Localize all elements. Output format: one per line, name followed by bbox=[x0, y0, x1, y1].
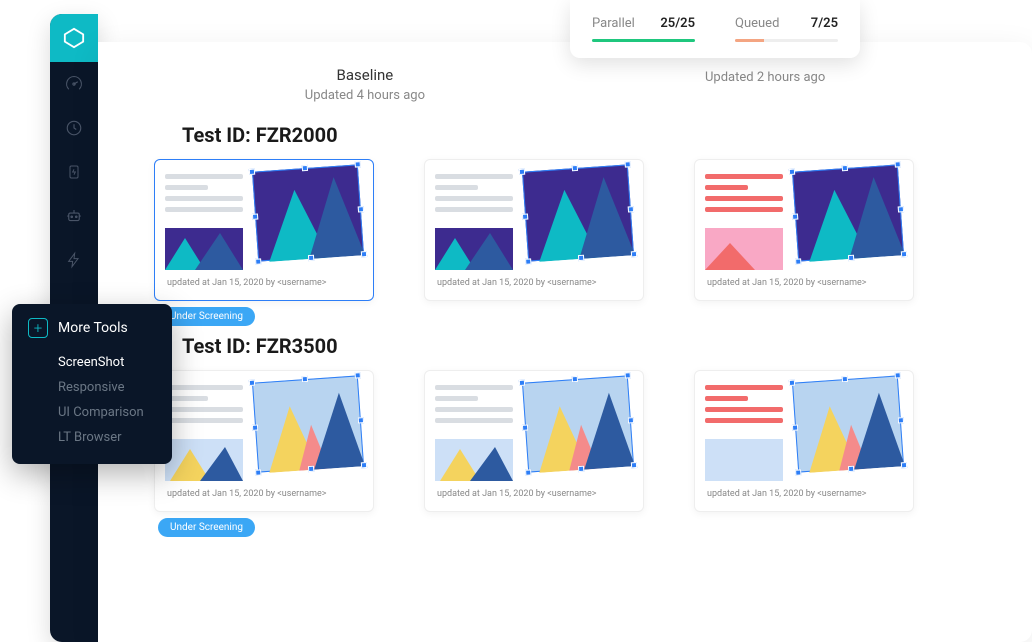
card-footer: updated at Jan 15, 2020 by <username> bbox=[435, 481, 633, 501]
content: Test ID: FZR2000 updated at Jan 15, 2020… bbox=[98, 123, 1032, 537]
plus-icon: + bbox=[28, 318, 48, 338]
menu-item-screenshot[interactable]: ScreenShot bbox=[28, 350, 156, 375]
card-footer: updated at Jan 15, 2020 by <username> bbox=[705, 481, 903, 501]
card-footer: updated at Jan 15, 2020 by <username> bbox=[435, 270, 633, 290]
menu-header: + More Tools bbox=[28, 318, 156, 338]
baseline-title: Baseline bbox=[305, 66, 425, 84]
status-parallel: Parallel 25/25 bbox=[592, 16, 695, 42]
card-row: updated at Jan 15, 2020 by <username> Un… bbox=[154, 370, 976, 537]
menu-title: More Tools bbox=[58, 320, 128, 336]
card-footer: updated at Jan 15, 2020 by <username> bbox=[165, 270, 363, 290]
baseline-header: Baseline Updated 4 hours ago bbox=[305, 66, 425, 103]
screenshot-card[interactable]: updated at Jan 15, 2020 by <username> bbox=[424, 159, 644, 301]
main-panel: Baseline Updated 4 hours ago Updated 2 h… bbox=[98, 42, 1032, 642]
status-queued: Queued 7/25 bbox=[735, 16, 838, 42]
battery-icon[interactable] bbox=[50, 150, 98, 194]
screenshot-card[interactable]: updated at Jan 15, 2020 by <username> bbox=[154, 370, 374, 512]
card-footer: updated at Jan 15, 2020 by <username> bbox=[165, 481, 363, 501]
compare-header: Updated 2 hours ago bbox=[705, 66, 825, 103]
clock-icon[interactable] bbox=[50, 106, 98, 150]
test-section: Test ID: FZR2000 updated at Jan 15, 2020… bbox=[154, 123, 976, 326]
screenshot-card[interactable]: updated at Jan 15, 2020 by <username> bbox=[694, 159, 914, 301]
status-queued-value: 7/25 bbox=[811, 16, 838, 31]
test-title: Test ID: FZR3500 bbox=[182, 334, 976, 358]
status-panel: Parallel 25/25 Queued 7/25 bbox=[570, 0, 860, 58]
screenshot-card[interactable]: updated at Jan 15, 2020 by <username> bbox=[154, 159, 374, 301]
status-badge: Under Screening bbox=[158, 518, 255, 537]
menu-item-ui-comparison[interactable]: UI Comparison bbox=[28, 400, 156, 425]
test-section: Test ID: FZR3500 updated at Jan 15, 2020… bbox=[154, 334, 976, 537]
card-footer: updated at Jan 15, 2020 by <username> bbox=[705, 270, 903, 290]
menu-item-lt-browser[interactable]: LT Browser bbox=[28, 425, 156, 450]
status-badge: Under Screening bbox=[158, 307, 255, 326]
compare-subtitle: Updated 2 hours ago bbox=[705, 70, 825, 85]
header-row: Baseline Updated 4 hours ago Updated 2 h… bbox=[98, 42, 1032, 115]
test-title: Test ID: FZR2000 bbox=[182, 123, 976, 147]
logo[interactable] bbox=[50, 14, 98, 62]
status-queued-label: Queued bbox=[735, 16, 779, 31]
screenshot-card[interactable]: updated at Jan 15, 2020 by <username> bbox=[694, 370, 914, 512]
baseline-subtitle: Updated 4 hours ago bbox=[305, 88, 425, 103]
robot-icon[interactable] bbox=[50, 194, 98, 238]
menu-item-responsive[interactable]: Responsive bbox=[28, 375, 156, 400]
card-row: updated at Jan 15, 2020 by <username> Un… bbox=[154, 159, 976, 326]
status-parallel-value: 25/25 bbox=[660, 16, 695, 31]
screenshot-card[interactable]: updated at Jan 15, 2020 by <username> bbox=[424, 370, 644, 512]
more-tools-menu: + More Tools ScreenShot Responsive UI Co… bbox=[12, 304, 172, 464]
status-parallel-label: Parallel bbox=[592, 16, 635, 31]
bolt-icon[interactable] bbox=[50, 238, 98, 282]
dashboard-icon[interactable] bbox=[50, 62, 98, 106]
